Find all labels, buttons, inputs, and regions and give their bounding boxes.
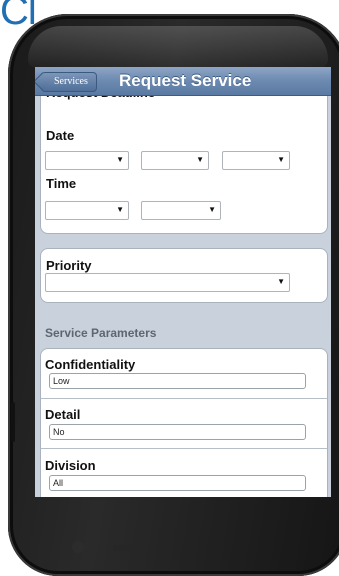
priority-select[interactable]: ▼ [45, 273, 290, 292]
detail-label: Detail [45, 407, 81, 422]
time-label: Time [46, 176, 77, 191]
chevron-down-icon: ▼ [116, 155, 124, 164]
phone-side-button [11, 402, 15, 442]
detail-field[interactable]: No [49, 424, 306, 440]
divider [41, 448, 327, 449]
time-hour-select[interactable]: ▼ [45, 201, 129, 220]
chevron-down-icon: ▼ [277, 155, 285, 164]
back-button-label: Services [54, 76, 88, 87]
date-year-select[interactable]: ▼ [222, 151, 290, 170]
navigation-bar: Services Request Service [35, 67, 331, 96]
phone-camera [72, 541, 84, 553]
date-label: Date [46, 128, 75, 143]
phone-gloss [28, 26, 328, 68]
time-minute-select[interactable]: ▼ [141, 201, 221, 220]
division-label: Division [45, 458, 96, 473]
service-parameters-header: Service Parameters [45, 326, 157, 340]
chevron-down-icon: ▼ [116, 205, 124, 214]
priority-card: Priority ▼ [40, 248, 328, 303]
date-day-select[interactable]: ▼ [141, 151, 209, 170]
request-deadline-card: Request Deadline Date ▼ ▼ ▼ Time ▼ ▼ [40, 85, 328, 234]
priority-label: Priority [46, 258, 92, 273]
page-title: Request Service [119, 71, 252, 90]
chevron-down-icon: ▼ [277, 277, 285, 286]
confidentiality-field[interactable]: Low [49, 373, 306, 389]
chevron-down-icon: ▼ [208, 205, 216, 214]
app-screen: Request Deadline Date ▼ ▼ ▼ Time ▼ ▼ Pri… [35, 67, 331, 497]
chevron-down-icon: ▼ [196, 155, 204, 164]
confidentiality-label: Confidentiality [45, 357, 136, 372]
divider [41, 398, 327, 399]
division-field[interactable]: All [49, 475, 306, 491]
back-button-services[interactable]: Services [41, 72, 97, 92]
phone-speaker [113, 545, 143, 551]
date-month-select[interactable]: ▼ [45, 151, 129, 170]
service-parameters-card: Confidentiality Low Detail No Division A… [40, 348, 328, 497]
